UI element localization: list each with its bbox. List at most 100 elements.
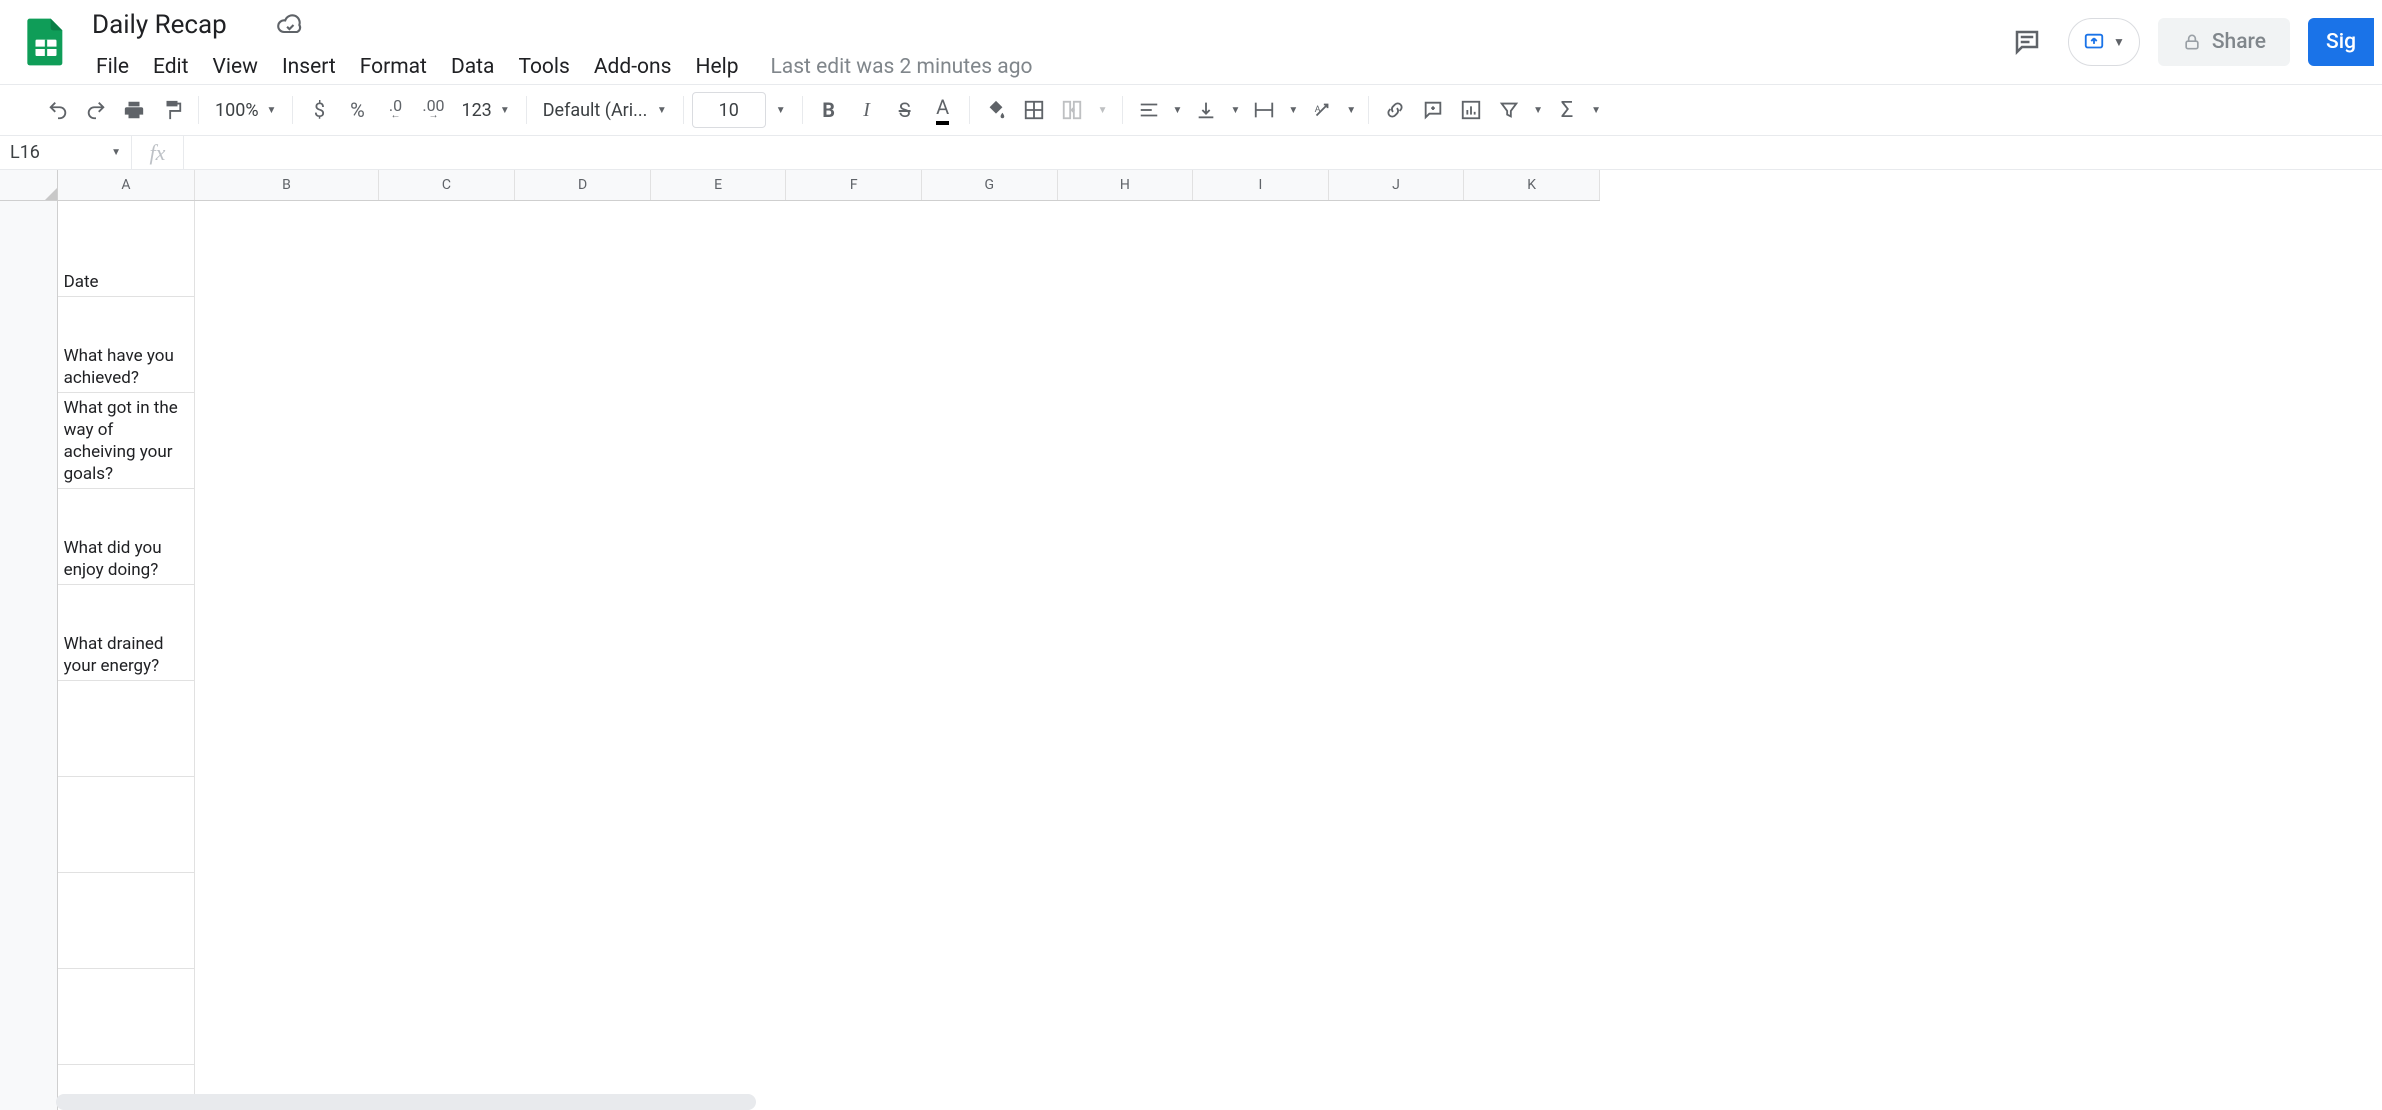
- menu-data[interactable]: Data: [439, 49, 507, 85]
- row-header-1[interactable]: 1: [0, 200, 57, 1110]
- formula-input[interactable]: [184, 136, 2382, 169]
- zoom-dropdown[interactable]: 100% ▼: [207, 92, 284, 128]
- filter-icon[interactable]: [1491, 92, 1527, 128]
- lock-icon: [2182, 32, 2202, 52]
- comments-icon[interactable]: [2004, 19, 2050, 65]
- document-title[interactable]: Daily Recap: [88, 10, 231, 40]
- column-header-E[interactable]: E: [650, 170, 786, 200]
- chevron-down-icon[interactable]: ▼: [1284, 105, 1302, 116]
- name-box[interactable]: L16 ▼: [0, 136, 132, 169]
- menu-tools[interactable]: Tools: [506, 49, 581, 85]
- undo-icon[interactable]: [40, 92, 76, 128]
- toolbar-separator: [198, 96, 199, 124]
- insert-chart-icon[interactable]: [1453, 92, 1489, 128]
- menu-bar: File Edit View Insert Format Data Tools …: [84, 48, 2004, 86]
- borders-icon[interactable]: [1016, 92, 1052, 128]
- strikethrough-icon[interactable]: S: [887, 92, 923, 128]
- toolbar-separator: [969, 96, 970, 124]
- column-header-K[interactable]: K: [1464, 170, 1600, 200]
- cell-H1[interactable]: [58, 873, 195, 969]
- cell-B1[interactable]: What have you achieved?: [58, 297, 195, 393]
- chevron-down-icon: ▼: [657, 105, 667, 116]
- functions-icon[interactable]: Σ: [1549, 92, 1585, 128]
- present-upload-icon: [2083, 31, 2105, 53]
- column-header-C[interactable]: C: [378, 170, 515, 200]
- chevron-down-icon: ▼: [111, 147, 121, 158]
- merge-cells-icon[interactable]: [1054, 92, 1090, 128]
- select-all-corner[interactable]: [0, 170, 57, 200]
- chevron-down-icon[interactable]: ▼: [1169, 105, 1187, 116]
- paint-format-icon[interactable]: [154, 92, 190, 128]
- chevron-down-icon[interactable]: ▼: [1226, 105, 1244, 116]
- toolbar-separator: [802, 96, 803, 124]
- text-wrap-icon[interactable]: [1246, 92, 1282, 128]
- cell-D1[interactable]: What did you enjoy doing?: [58, 489, 195, 585]
- sheets-logo-icon[interactable]: [18, 14, 74, 70]
- horizontal-scrollbar[interactable]: [56, 1094, 756, 1110]
- text-color-icon[interactable]: A: [925, 92, 961, 128]
- column-header-J[interactable]: J: [1328, 170, 1464, 200]
- menu-view[interactable]: View: [201, 49, 270, 85]
- toolbar-separator: [1368, 96, 1369, 124]
- menu-file[interactable]: File: [84, 49, 141, 85]
- column-header-A[interactable]: A: [57, 170, 195, 200]
- font-size-value: 10: [719, 100, 739, 121]
- column-header-F[interactable]: F: [786, 170, 922, 200]
- vertical-align-icon[interactable]: [1188, 92, 1224, 128]
- cell-F1[interactable]: [58, 681, 195, 777]
- cloud-saved-icon[interactable]: [275, 10, 305, 40]
- menu-insert[interactable]: Insert: [270, 49, 348, 85]
- menu-addons[interactable]: Add-ons: [582, 49, 684, 85]
- numfmt-label: 123: [461, 100, 491, 121]
- last-edit-label[interactable]: Last edit was 2 minutes ago: [750, 55, 1032, 79]
- share-button[interactable]: Share: [2158, 18, 2290, 66]
- italic-icon[interactable]: I: [849, 92, 885, 128]
- signin-button[interactable]: Sig: [2308, 18, 2374, 66]
- chevron-down-icon[interactable]: ▼: [1342, 105, 1360, 116]
- format-currency-button[interactable]: $: [301, 92, 337, 128]
- menu-edit[interactable]: Edit: [141, 49, 201, 85]
- column-header-D[interactable]: D: [515, 170, 651, 200]
- cell-C1[interactable]: What got in the way of acheiving your go…: [58, 393, 195, 489]
- column-header-I[interactable]: I: [1193, 170, 1329, 200]
- chevron-down-icon[interactable]: ▼: [1529, 105, 1547, 116]
- redo-icon[interactable]: [78, 92, 114, 128]
- decrease-decimal-button[interactable]: .0 ←: [377, 92, 413, 128]
- cell-E1[interactable]: What drained your energy?: [58, 585, 195, 681]
- fill-color-icon[interactable]: [978, 92, 1014, 128]
- title-bar: Daily Recap File Edit View Insert Format…: [0, 0, 2382, 84]
- svg-text:A: A: [1315, 105, 1321, 115]
- present-button[interactable]: ▼: [2068, 18, 2140, 66]
- chevron-down-icon: ▼: [2113, 35, 2125, 49]
- column-header-B[interactable]: B: [195, 170, 378, 200]
- font-family-dropdown[interactable]: Default (Ari... ▼: [535, 92, 675, 128]
- share-label: Share: [2212, 30, 2266, 54]
- cell-I1[interactable]: [58, 969, 195, 1065]
- print-icon[interactable]: [116, 92, 152, 128]
- spreadsheet-grid[interactable]: ABCDEFGHIJK 1DateWhat have you achieved?…: [0, 170, 2382, 1110]
- increase-decimal-button[interactable]: .00 →: [415, 92, 451, 128]
- number-format-dropdown[interactable]: 123 ▼: [453, 92, 517, 128]
- cell-A1[interactable]: Date: [58, 201, 195, 297]
- format-percent-button[interactable]: %: [339, 92, 375, 128]
- horizontal-align-icon[interactable]: [1131, 92, 1167, 128]
- column-header-G[interactable]: G: [922, 170, 1058, 200]
- menu-help[interactable]: Help: [683, 49, 750, 85]
- insert-comment-icon[interactable]: [1415, 92, 1451, 128]
- toolbar-separator: [683, 96, 684, 124]
- formula-bar: L16 ▼ fx: [0, 136, 2382, 170]
- zoom-label: 100%: [215, 100, 259, 121]
- insert-link-icon[interactable]: [1377, 92, 1413, 128]
- column-header-H[interactable]: H: [1057, 170, 1193, 200]
- menu-format[interactable]: Format: [348, 49, 439, 85]
- cell-G1[interactable]: [58, 777, 195, 873]
- chevron-down-icon[interactable]: ▼: [768, 105, 794, 116]
- font-size-input[interactable]: 10: [692, 92, 766, 128]
- bold-icon[interactable]: B: [811, 92, 847, 128]
- fx-icon: fx: [132, 136, 184, 169]
- toolbar: 100% ▼ $ % .0 ← .00 → 123 ▼ Default (Ari…: [0, 84, 2382, 136]
- toolbar-separator: [526, 96, 527, 124]
- chevron-down-icon[interactable]: ▼: [1092, 105, 1114, 116]
- text-rotation-icon[interactable]: A: [1304, 92, 1340, 128]
- chevron-down-icon[interactable]: ▼: [1587, 105, 1605, 116]
